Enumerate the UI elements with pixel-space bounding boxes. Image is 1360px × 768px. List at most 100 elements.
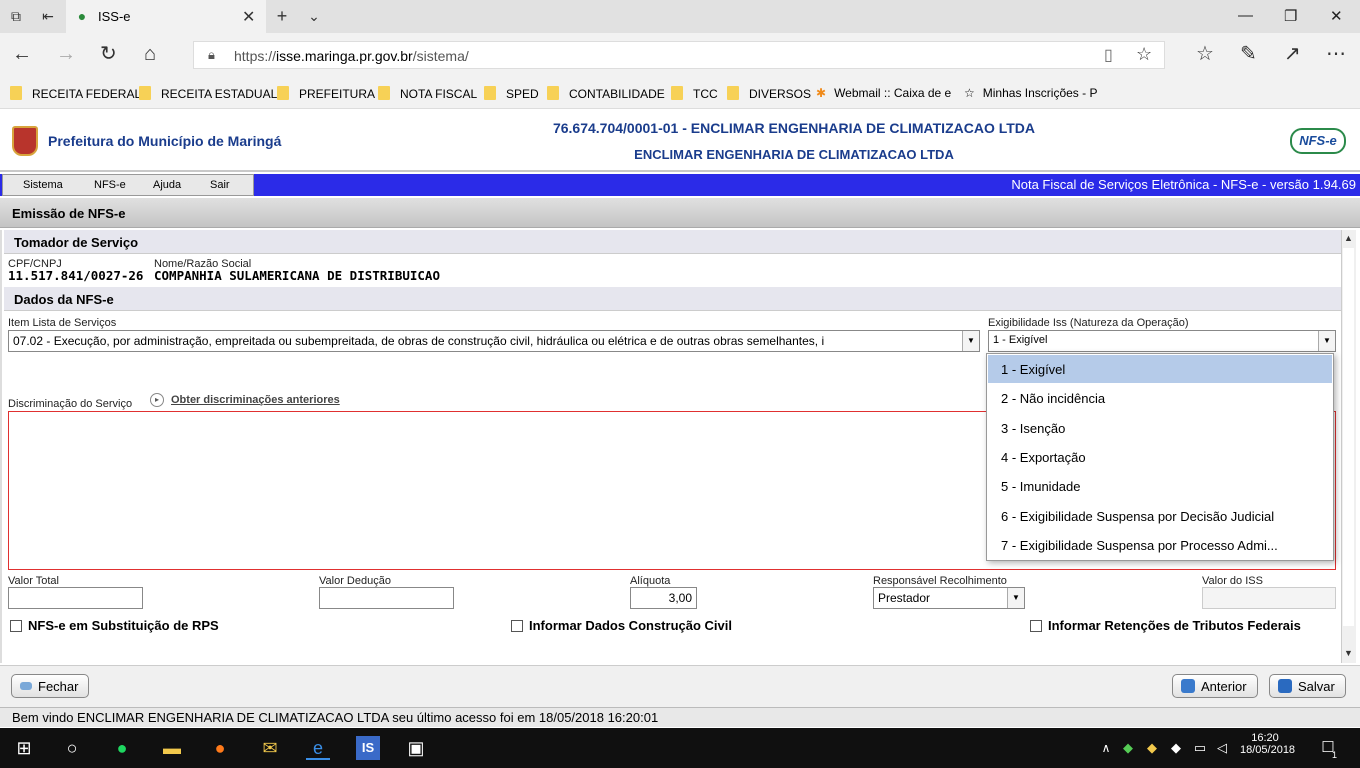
menu-sair[interactable]: Sair (210, 179, 230, 191)
responsavel-select[interactable]: Prestador ▼ (873, 587, 1025, 609)
construcao-checkbox[interactable] (511, 620, 523, 632)
fechar-button[interactable]: Fechar (11, 674, 90, 698)
aliquota-input[interactable] (630, 587, 697, 609)
navigation-bar: ← → ↻ ⌂ 🔒︎ https://isse.maringa.pr.gov.b… (0, 33, 1360, 76)
menu-sistema[interactable]: Sistema (23, 179, 63, 191)
remote-desktop-icon[interactable]: ▣ (404, 736, 428, 760)
exigibilidade-select[interactable]: 1 - Exigível ▼ (988, 330, 1336, 352)
folder-icon (671, 86, 683, 100)
browser-tab[interactable]: ● ISS-e ✕ (66, 0, 266, 33)
rps-label: NFS-e em Substituição de RPS (28, 618, 219, 633)
tray-icon[interactable]: ◆ (1116, 736, 1140, 760)
minimize-icon[interactable]: — (1238, 7, 1253, 24)
favorite-prefeitura[interactable]: PREFEITURA (277, 86, 375, 101)
option-nao-incidencia[interactable]: 2 - Não incidência (988, 384, 1332, 412)
address-bar[interactable]: 🔒︎ https://isse.maringa.pr.gov.br/sistem… (193, 41, 1165, 69)
tab-preview-icon[interactable]: ⌄ (306, 8, 322, 24)
notification-count: 1 (1332, 750, 1338, 760)
company-name: ENCLIMAR ENGENHARIA DE CLIMATIZACAO LTDA (634, 147, 954, 162)
set-aside-tabs-icon[interactable]: ⇤ (40, 8, 56, 24)
chevron-down-icon[interactable]: ▼ (1007, 588, 1024, 608)
tray-icon[interactable]: ◆ (1164, 736, 1188, 760)
tray-icon[interactable]: ◆ (1140, 736, 1164, 760)
form-scrollbar[interactable]: ▲ ▼ (1341, 230, 1356, 663)
volume-icon[interactable]: ◁ (1210, 736, 1234, 760)
valor-total-input[interactable] (8, 587, 143, 609)
favorite-tcc[interactable]: TCC (671, 86, 718, 101)
favorite-contabilidade[interactable]: CONTABILIDADE (547, 86, 665, 101)
network-icon[interactable]: ▭ (1188, 736, 1212, 760)
folder-icon (139, 86, 151, 100)
maringa-crest-icon (12, 126, 38, 156)
item-lista-select[interactable]: 07.02 - Execução, por administração, emp… (8, 330, 980, 352)
anterior-button[interactable]: Anterior (1172, 674, 1258, 698)
scroll-thumb[interactable] (1343, 248, 1354, 626)
firefox-icon[interactable]: ● (208, 736, 232, 760)
favorite-receita-federal[interactable]: RECEITA FEDERAL (10, 86, 141, 101)
webmail-icon: ✱ (816, 86, 827, 100)
refresh-icon[interactable]: ↻ (100, 43, 117, 65)
valor-deducao-input[interactable] (319, 587, 454, 609)
more-icon[interactable]: ⋯ (1326, 43, 1346, 65)
item-lista-value: 07.02 - Execução, por administração, emp… (13, 334, 825, 348)
tab-actions-icon[interactable]: ⧉ (8, 8, 24, 24)
exigibilidade-label: Exigibilidade Iss (Natureza da Operação) (988, 317, 1189, 329)
folder-icon (378, 86, 390, 100)
scroll-down-icon[interactable]: ▼ (1344, 648, 1353, 658)
valor-total-label: Valor Total (8, 575, 59, 587)
exigibilidade-value: 1 - Exigível (993, 334, 1048, 346)
favorite-minhas-inscricoes[interactable]: ☆ Minhas Inscrições - P (964, 86, 1097, 100)
file-explorer-icon[interactable]: ▬ (160, 736, 184, 760)
version-text: Nota Fiscal de Serviços Eletrônica - NFS… (1011, 177, 1356, 192)
chevron-up-icon[interactable]: ∧ (1094, 736, 1118, 760)
page-title: Emissão de NFS-e (12, 206, 126, 221)
share-icon[interactable]: ↗ (1284, 43, 1301, 65)
chevron-down-icon[interactable]: ▼ (962, 331, 979, 351)
menu-bar: Sistema NFS-e Ajuda Sair Nota Fiscal de … (0, 174, 1360, 196)
search-icon[interactable]: ○ (60, 736, 84, 760)
windows-start-icon[interactable]: ⊞ (12, 736, 36, 760)
option-exigivel[interactable]: 1 - Exigível (988, 355, 1332, 383)
option-imunidade[interactable]: 5 - Imunidade (988, 472, 1332, 500)
restore-icon[interactable]: ❐ (1284, 7, 1297, 25)
back-icon[interactable]: ← (12, 43, 32, 65)
retencoes-checkbox[interactable] (1030, 620, 1042, 632)
obter-discriminacoes-link[interactable]: Obter discriminações anteriores (171, 394, 340, 406)
chevron-down-icon[interactable]: ▼ (1318, 331, 1335, 351)
close-tab-icon[interactable]: ✕ (242, 7, 255, 27)
option-exportacao[interactable]: 4 - Exportação (988, 443, 1332, 471)
favorite-sped[interactable]: SPED (484, 86, 539, 101)
clock[interactable]: 16:20 18/05/2018 (1240, 732, 1295, 756)
lock-icon: 🔒︎ (208, 47, 215, 62)
salvar-button[interactable]: Salvar (1269, 674, 1346, 698)
home-icon[interactable]: ⌂ (144, 43, 156, 65)
option-suspensa-processo[interactable]: 7 - Exigibilidade Suspensa por Processo … (988, 531, 1332, 559)
favorite-webmail[interactable]: ✱ Webmail :: Caixa de e (816, 86, 951, 100)
rps-checkbox[interactable] (10, 620, 22, 632)
url-text: https://isse.maringa.pr.gov.br/sistema/ (234, 48, 469, 64)
scroll-up-icon[interactable]: ▲ (1344, 233, 1353, 243)
favorites-hub-icon[interactable]: ☆ (1196, 43, 1214, 65)
menu-ajuda[interactable]: Ajuda (153, 179, 181, 191)
reading-view-icon[interactable]: ▯ (1104, 45, 1113, 65)
option-isencao[interactable]: 3 - Isenção (988, 414, 1332, 442)
responsavel-value: Prestador (878, 591, 931, 605)
iss-app-icon[interactable]: IS (356, 736, 380, 760)
close-window-icon[interactable]: ✕ (1330, 7, 1343, 25)
app-icon[interactable]: ✉ (258, 736, 282, 760)
edge-icon[interactable]: e (306, 736, 330, 760)
valor-iss-input (1202, 587, 1336, 609)
favorite-diversos[interactable]: DIVERSOS (727, 86, 811, 101)
forward-icon[interactable]: → (56, 43, 76, 65)
menu-nfse[interactable]: NFS-e (94, 179, 126, 191)
exigibilidade-dropdown[interactable]: 1 - Exigível 2 - Não incidência 3 - Isen… (986, 353, 1334, 561)
new-tab-icon[interactable]: + (274, 7, 290, 25)
favorite-star-icon[interactable]: ☆ (1136, 44, 1152, 65)
favorite-receita-estadual[interactable]: RECEITA ESTADUAL (139, 86, 277, 101)
favorite-nota-fiscal[interactable]: NOTA FISCAL (378, 86, 477, 101)
option-suspensa-judicial[interactable]: 6 - Exigibilidade Suspensa por Decisão J… (988, 502, 1332, 530)
web-note-icon[interactable]: ✎ (1240, 43, 1257, 65)
spotify-icon[interactable]: ● (110, 736, 134, 760)
history-icon[interactable]: ▸ (150, 393, 164, 407)
form-footer: Fechar Anterior Salvar (0, 665, 1360, 707)
